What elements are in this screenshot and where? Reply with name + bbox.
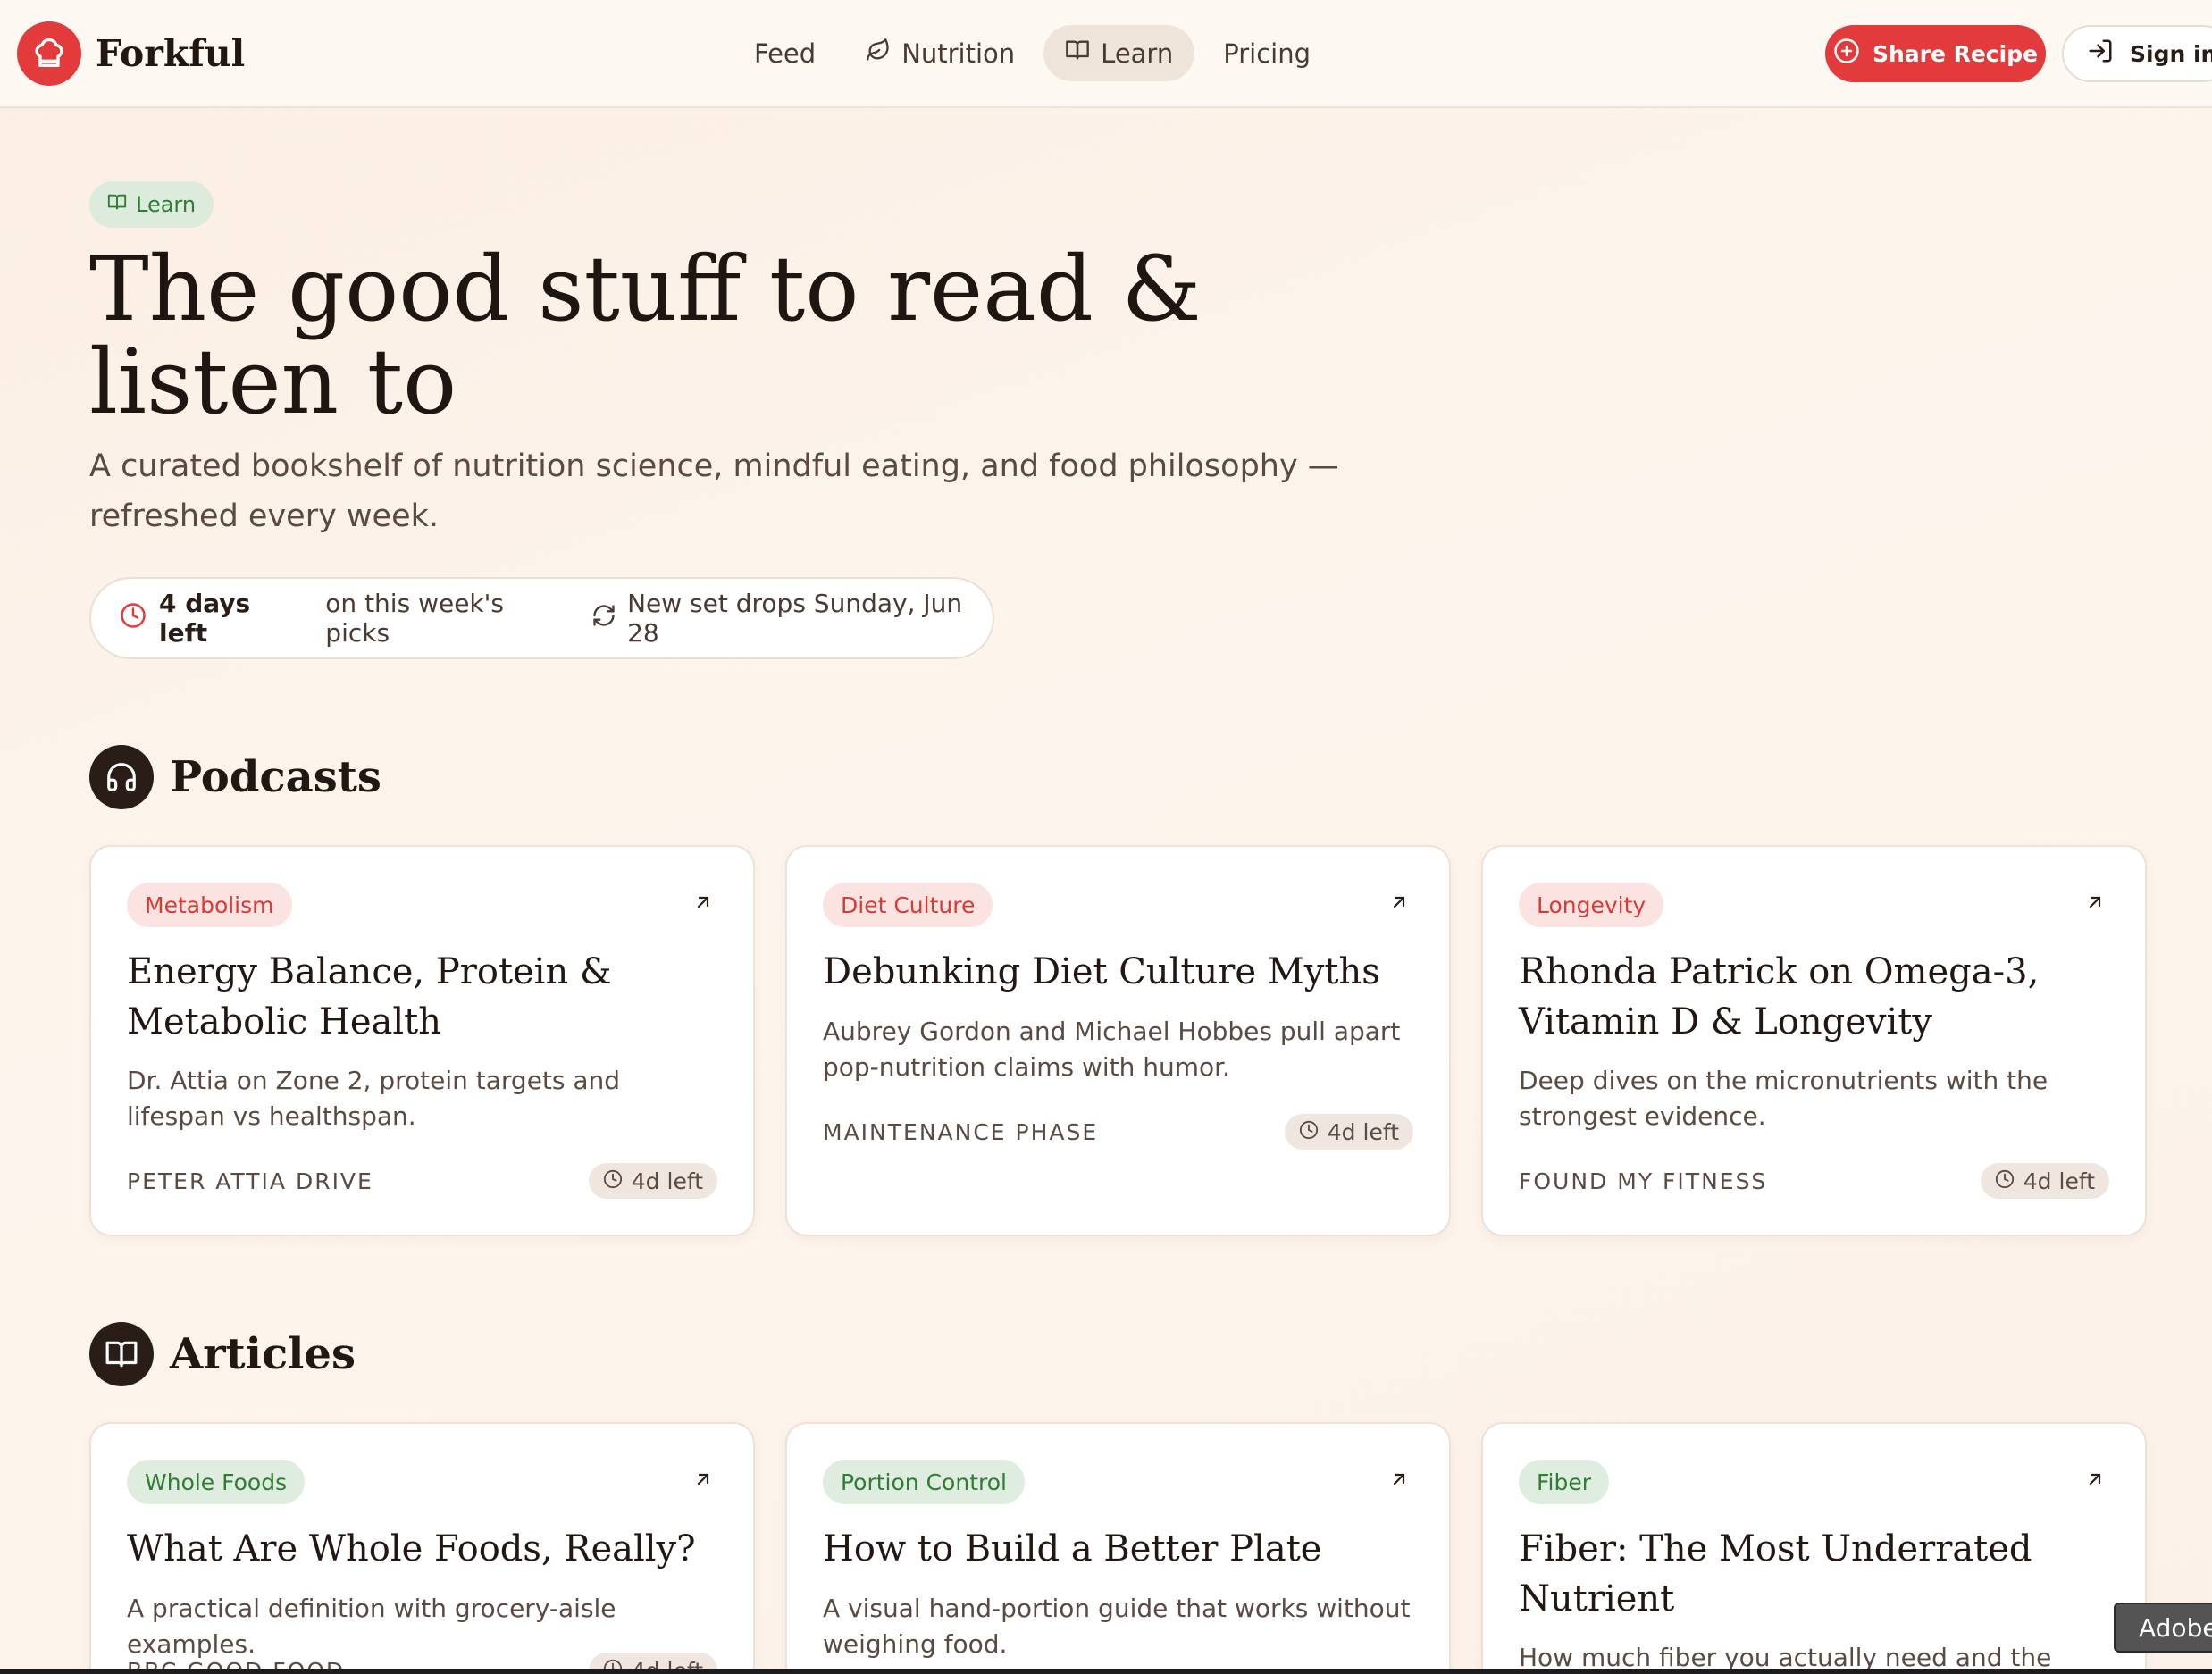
leaf-icon [866,38,891,69]
external-link-icon [2084,1469,2106,1494]
refresh-note: New set drops Sunday, Jun 28 [591,589,993,648]
top-bar: Forkful Feed Nutrition Learn Pricing Sha… [0,0,2212,108]
external-link-icon [2084,891,2106,917]
articles-heading: Articles [89,1322,356,1386]
learn-pill-label: Learn [136,192,197,217]
card-title: Debunking Diet Culture Myths [823,951,1380,992]
adobe-overlay-button[interactable]: Adobe [2114,1603,2212,1653]
card-title: How to Build a Better Plate [823,1528,1322,1569]
weekly-countdown: 4 days left on this week's picks New set… [89,577,994,659]
external-link-icon [1388,1469,1410,1494]
refresh-text: New set drops Sunday, Jun 28 [627,589,963,648]
card-description: A practical definition with grocery-aisl… [127,1594,616,1659]
window-bottom-edge [0,1669,2212,1674]
refresh-icon [591,603,616,634]
learn-pill: Learn [89,181,214,228]
sign-in-label: Sign in [2130,40,2212,67]
days-left-suffix: on this week's picks [325,589,504,648]
time-left-badge: 4d left [1284,1114,1413,1150]
topic-tag: Fiber [1519,1460,1610,1504]
articles-title: Articles [170,1329,356,1379]
clock-icon [603,1168,623,1194]
podcasts-heading: Podcasts [89,745,381,809]
topic-tag: Diet Culture [823,883,993,927]
nav-feed-label: Feed [754,38,817,69]
podcast-card[interactable]: Diet Culture Debunking Diet Culture Myth… [785,845,1451,1236]
card-source: MAINTENANCE PHASE [823,1119,1099,1145]
book-open-icon [89,1322,154,1386]
brand-name: Forkful [96,32,246,75]
book-icon [1065,38,1090,69]
article-card[interactable]: Fiber Fiber: The Most Underrated Nutrien… [1481,1422,2147,1674]
external-link-icon [1388,891,1410,917]
nav-pricing[interactable]: Pricing [1202,25,1332,81]
article-card[interactable]: Portion Control How to Build a Better Pl… [785,1422,1451,1674]
book-icon [107,192,127,217]
nav-feed[interactable]: Feed [733,25,837,81]
plus-circle-icon [1833,38,1860,70]
time-left-text: 4d left [2023,1168,2095,1194]
podcasts-title: Podcasts [170,752,381,802]
share-recipe-button[interactable]: Share Recipe [1825,25,2046,82]
card-title: What Are Whole Foods, Really? [127,1528,696,1569]
card-title: Energy Balance, Protein & Metabolic Heal… [127,951,612,1042]
topic-tag: Longevity [1519,883,1664,927]
main-nav: Feed Nutrition Learn Pricing [733,25,1332,81]
card-title: Rhonda Patrick on Omega-3, Vitamin D & L… [1519,951,2040,1042]
clock-icon [1995,1168,2015,1194]
card-description: A visual hand-portion guide that works w… [823,1594,1411,1659]
chef-hat-icon [17,21,81,86]
share-recipe-label: Share Recipe [1872,40,2039,67]
brand-logo[interactable]: Forkful [17,21,245,86]
login-icon [2087,38,2114,70]
page-subtitle: A curated bookshelf of nutrition science… [89,448,1339,534]
page-title: The good stuff to read & listen to [89,237,1202,434]
card-source: FOUND MY FITNESS [1519,1168,1768,1194]
card-description: Aubrey Gordon and Michael Hobbes pull ap… [823,1017,1401,1082]
time-left-text: 4d left [631,1168,703,1194]
nav-nutrition-label: Nutrition [901,38,1016,69]
article-card[interactable]: Whole Foods What Are Whole Foods, Really… [89,1422,755,1674]
topic-tag: Whole Foods [127,1460,306,1504]
card-source: PETER ATTIA DRIVE [127,1168,373,1194]
external-link-icon [692,891,714,917]
podcast-card[interactable]: Longevity Rhonda Patrick on Omega-3, Vit… [1481,845,2147,1236]
nav-learn-label: Learn [1101,38,1174,69]
topic-tag: Metabolism [127,883,292,927]
sign-in-button[interactable]: Sign in [2062,25,2212,82]
headphones-icon [89,745,154,809]
card-description: Deep dives on the micronutrients with th… [1519,1066,2049,1131]
card-title: Fiber: The Most Underrated Nutrient [1519,1528,2032,1620]
days-left: 4 days left [159,589,251,648]
topic-tag: Portion Control [823,1460,1025,1504]
clock-icon [120,602,147,635]
external-link-icon [692,1469,714,1494]
nav-learn[interactable]: Learn [1043,25,1195,81]
time-left-text: 4d left [1327,1118,1399,1145]
card-description: Dr. Attia on Zone 2, protein targets and… [127,1066,621,1131]
time-left-badge: 4d left [1980,1163,2109,1199]
podcast-card[interactable]: Metabolism Energy Balance, Protein & Met… [89,845,755,1236]
time-left-badge: 4d left [588,1163,717,1199]
clock-icon [1299,1119,1319,1145]
nav-nutrition[interactable]: Nutrition [844,25,1036,81]
nav-pricing-label: Pricing [1223,38,1311,69]
